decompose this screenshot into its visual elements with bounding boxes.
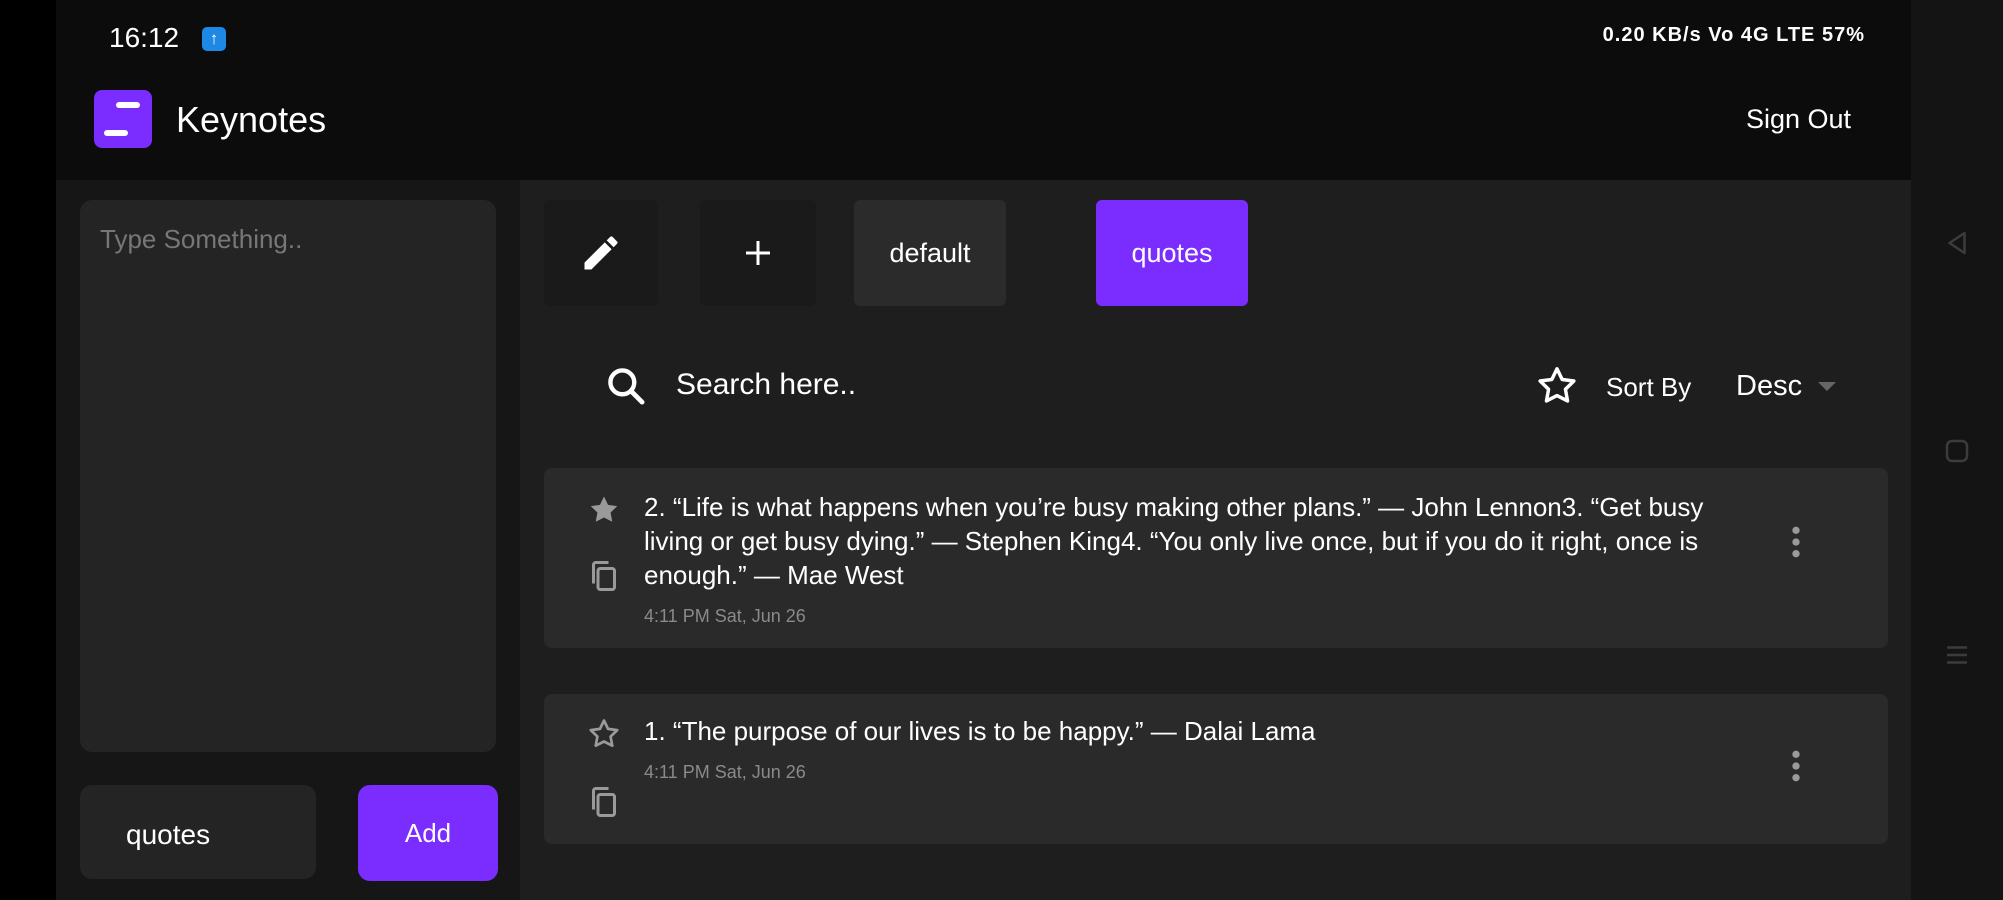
recents-lines-icon xyxy=(1947,646,1967,664)
more-vert-icon[interactable] xyxy=(1786,522,1806,562)
back-triangle-icon xyxy=(1948,231,1966,255)
nav-back-button[interactable] xyxy=(1911,228,2003,258)
chevron-down-icon[interactable] xyxy=(1818,382,1836,391)
edit-categories-button[interactable] xyxy=(544,200,658,306)
app-title: Keynotes xyxy=(176,99,327,140)
note-input[interactable] xyxy=(80,200,496,752)
keynotes-app: 16:12 ↑ 0.20 KB/s Vo 4G LTE 57% Keynotes… xyxy=(56,0,1911,900)
search-sort-row: Search here.. Sort By Desc xyxy=(520,350,1911,420)
note-card[interactable]: 2. “Life is what happens when you’re bus… xyxy=(544,468,1888,648)
copy-icon[interactable] xyxy=(586,556,622,596)
note-editor-panel: quotes Add xyxy=(56,180,520,900)
note-date: 4:11 PM Sat, Jun 26 xyxy=(644,762,806,782)
category-input[interactable]: quotes xyxy=(80,785,316,879)
notes-logo-icon xyxy=(94,90,152,148)
star-outline-icon[interactable] xyxy=(586,716,622,752)
add-note-button[interactable]: Add xyxy=(358,785,498,881)
sign-out-button[interactable]: Sign Out xyxy=(1746,104,1851,135)
pencil-icon xyxy=(584,236,618,270)
note-text: 1. “The purpose of our lives is to be ha… xyxy=(644,716,1316,746)
status-bar: 16:12 ↑ 0.20 KB/s Vo 4G LTE 57% xyxy=(56,0,1911,80)
nav-recents-button[interactable] xyxy=(1911,640,2003,670)
category-tab-quotes[interactable]: quotes xyxy=(1096,200,1248,306)
notification-badge-icon: ↑ xyxy=(202,27,226,51)
copy-icon[interactable] xyxy=(586,782,622,822)
status-time: 16:12 xyxy=(109,22,180,53)
system-nav-bar xyxy=(1911,0,2003,900)
nav-home-button[interactable] xyxy=(1911,436,2003,466)
search-input[interactable]: Search here.. xyxy=(676,368,856,402)
notes-panel: default quotes Search here.. Sort By Des… xyxy=(520,180,1911,900)
home-square-icon xyxy=(1945,439,1969,463)
screen-left-edge xyxy=(0,0,56,900)
search-icon[interactable] xyxy=(604,364,648,408)
plus-icon xyxy=(746,241,770,265)
sort-order-select[interactable]: Desc xyxy=(1736,370,1802,403)
star-filled-icon[interactable] xyxy=(586,492,622,528)
note-date: 4:11 PM Sat, Jun 26 xyxy=(644,606,806,626)
app-header: Keynotes Sign Out xyxy=(56,82,1911,182)
note-card[interactable]: 1. “The purpose of our lives is to be ha… xyxy=(544,694,1888,844)
star-outline-icon[interactable] xyxy=(1534,363,1580,409)
more-vert-icon[interactable] xyxy=(1786,746,1806,786)
sort-by-label: Sort By xyxy=(1606,372,1692,402)
status-indicators: 0.20 KB/s Vo 4G LTE 57% xyxy=(1602,24,1865,46)
add-category-button[interactable] xyxy=(700,200,816,306)
category-tab-default[interactable]: default xyxy=(854,200,1006,306)
note-text: 2. “Life is what happens when you’re bus… xyxy=(644,492,1704,590)
